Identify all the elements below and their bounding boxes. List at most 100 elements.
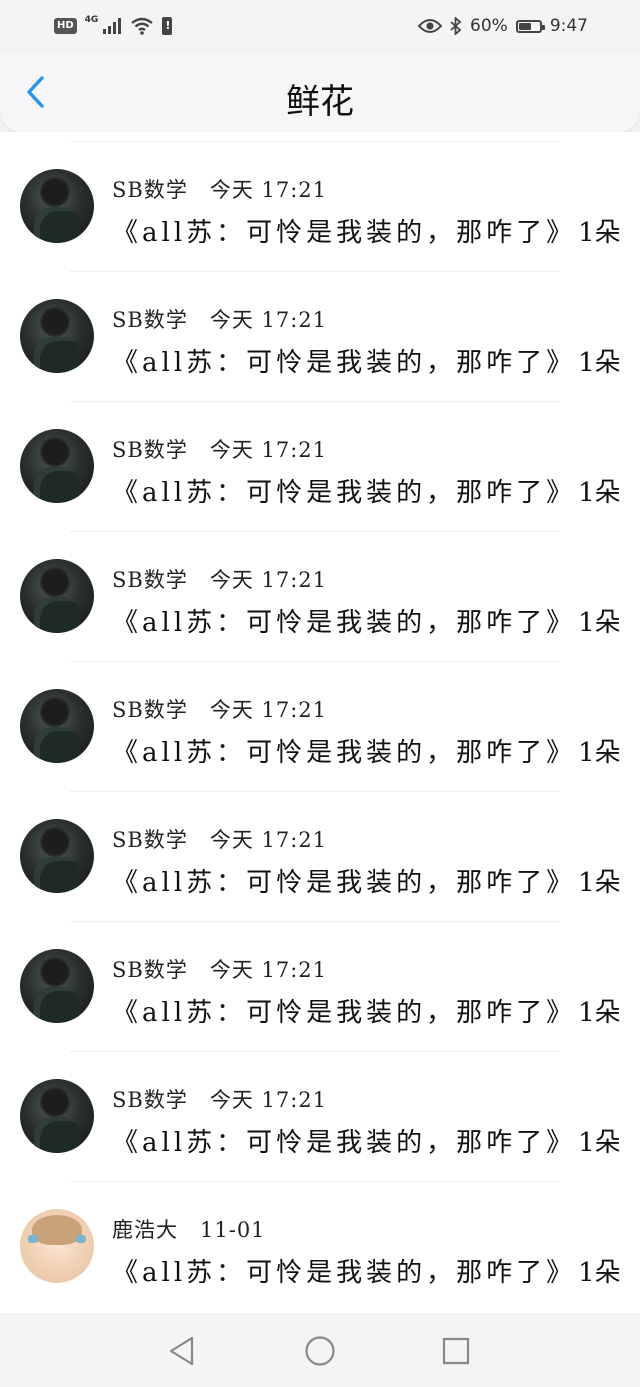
back-triangle-icon: [169, 1336, 194, 1366]
battery-percent: 60%: [470, 16, 508, 36]
item-text: 《all苏：可怜是我装的，那咋了》1朵: [112, 602, 621, 639]
item-time: 今天 17:21: [209, 568, 328, 592]
list-item[interactable]: 鹿浩大 11-01 《all苏：可怜是我装的，那咋了》1朵: [0, 1172, 640, 1302]
item-meta: SB数学 今天 17:21: [112, 824, 327, 854]
item-text: 《all苏：可怜是我装的，那咋了》1朵: [112, 1252, 621, 1289]
page-title: 鲜花: [286, 82, 354, 122]
book-title[interactable]: 《all苏：可怜是我装的，那咋了》: [112, 738, 576, 768]
item-time: 今天 17:21: [209, 1088, 328, 1112]
book-title[interactable]: 《all苏：可怜是我装的，那咋了》: [112, 1128, 576, 1158]
item-meta: 鹿浩大 11-01: [112, 1214, 266, 1244]
sender-name[interactable]: 鹿浩大: [112, 1218, 178, 1242]
avatar[interactable]: [20, 299, 94, 373]
flower-count: 1朵: [578, 608, 621, 638]
list-item[interactable]: SB数学 今天 17:21 《all苏：可怜是我装的，那咋了》1朵: [0, 392, 640, 522]
network-type: 4G: [84, 15, 99, 25]
divider: [70, 791, 560, 792]
item-time: 今天 17:21: [209, 438, 328, 462]
flower-count: 1朵: [578, 1128, 621, 1158]
item-meta: SB数学 今天 17:21: [112, 434, 327, 464]
list-item[interactable]: SB数学 今天 17:21 《all苏：可怜是我装的，那咋了》1朵: [0, 912, 640, 1042]
sender-name[interactable]: SB数学: [112, 308, 188, 332]
nav-back-button[interactable]: [162, 1331, 202, 1371]
signal-icon: [103, 18, 122, 34]
sender-name[interactable]: SB数学: [112, 828, 188, 852]
avatar[interactable]: [20, 949, 94, 1023]
item-text: 《all苏：可怜是我装的，那咋了》1朵: [112, 992, 621, 1029]
bluetooth-icon: [450, 17, 462, 35]
battery-alert-icon: [162, 17, 173, 35]
avatar[interactable]: [20, 169, 94, 243]
item-text: 《all苏：可怜是我装的，那咋了》1朵: [112, 212, 621, 249]
item-time: 今天 17:21: [209, 178, 328, 202]
list-item[interactable]: SB数学 今天 17:21 《all苏：可怜是我装的，那咋了》1朵: [0, 262, 640, 392]
flower-list[interactable]: SB数学 今天 17:21 《all苏：可怜是我装的，那咋了》1朵 SB数学 今天 17…: [0, 132, 640, 1313]
divider: [70, 531, 560, 532]
list-item[interactable]: SB数学 今天 17:21 《all苏：可怜是我装的，那咋了》1朵: [0, 652, 640, 782]
item-text: 《all苏：可怜是我装的，那咋了》1朵: [112, 732, 621, 769]
book-title[interactable]: 《all苏：可怜是我装的，那咋了》: [112, 478, 576, 508]
divider: [70, 661, 560, 662]
flower-count: 1朵: [578, 868, 621, 898]
divider: [70, 141, 560, 142]
flower-count: 1朵: [578, 1258, 621, 1288]
clock: 9:47: [549, 16, 588, 36]
item-meta: SB数学 今天 17:21: [112, 564, 327, 594]
list-item[interactable]: SB数学 今天 17:21 《all苏：可怜是我装的，那咋了》1朵: [0, 1042, 640, 1172]
item-meta: SB数学 今天 17:21: [112, 694, 327, 724]
sender-name[interactable]: SB数学: [112, 438, 188, 462]
avatar[interactable]: [20, 1209, 94, 1283]
book-title[interactable]: 《all苏：可怜是我装的，那咋了》: [112, 218, 576, 248]
status-left: HD 4G: [54, 15, 173, 35]
item-meta: SB数学 今天 17:21: [112, 174, 327, 204]
app-header: 鲜花: [0, 52, 640, 132]
flower-count: 1朵: [578, 478, 621, 508]
item-time: 今天 17:21: [209, 828, 328, 852]
item-meta: SB数学 今天 17:21: [112, 954, 327, 984]
battery-icon: [515, 19, 545, 33]
item-time: 今天 17:21: [209, 958, 328, 982]
item-text: 《all苏：可怜是我装的，那咋了》1朵: [112, 472, 621, 509]
book-title[interactable]: 《all苏：可怜是我装的，那咋了》: [112, 348, 576, 378]
item-meta: SB数学 今天 17:21: [112, 304, 327, 334]
status-bar: HD 4G 60% 9:47: [0, 0, 640, 52]
divider: [70, 401, 560, 402]
avatar[interactable]: [20, 1079, 94, 1153]
item-meta: SB数学 今天 17:21: [112, 1084, 327, 1114]
book-title[interactable]: 《all苏：可怜是我装的，那咋了》: [112, 868, 576, 898]
sender-name[interactable]: SB数学: [112, 1088, 188, 1112]
nav-recents-button[interactable]: [436, 1331, 476, 1371]
sender-name[interactable]: SB数学: [112, 698, 188, 722]
item-text: 《all苏：可怜是我装的，那咋了》1朵: [112, 862, 621, 899]
system-nav-bar: [0, 1313, 640, 1387]
book-title[interactable]: 《all苏：可怜是我装的，那咋了》: [112, 608, 576, 638]
flower-count: 1朵: [578, 348, 621, 378]
eye-icon: [418, 19, 443, 33]
wifi-icon: [131, 17, 154, 35]
item-time: 今天 17:21: [209, 308, 328, 332]
divider: [70, 1181, 560, 1182]
list-item[interactable]: SB数学 今天 17:21 《all苏：可怜是我装的，那咋了》1朵: [0, 132, 640, 262]
sender-name[interactable]: SB数学: [112, 568, 188, 592]
sender-name[interactable]: SB数学: [112, 958, 188, 982]
avatar[interactable]: [20, 819, 94, 893]
divider: [70, 271, 560, 272]
nav-home-button[interactable]: [300, 1331, 340, 1371]
divider: [70, 921, 560, 922]
flower-count: 1朵: [578, 998, 621, 1028]
avatar[interactable]: [20, 559, 94, 633]
item-time: 今天 17:21: [209, 698, 328, 722]
home-circle-icon: [305, 1336, 335, 1366]
book-title[interactable]: 《all苏：可怜是我装的，那咋了》: [112, 998, 576, 1028]
flower-count: 1朵: [578, 218, 621, 248]
book-title[interactable]: 《all苏：可怜是我装的，那咋了》: [112, 1258, 576, 1288]
avatar[interactable]: [20, 429, 94, 503]
item-text: 《all苏：可怜是我装的，那咋了》1朵: [112, 1122, 621, 1159]
avatar[interactable]: [20, 689, 94, 763]
recents-square-icon: [442, 1337, 470, 1365]
hd-icon: HD: [54, 18, 77, 34]
list-item[interactable]: SB数学 今天 17:21 《all苏：可怜是我装的，那咋了》1朵: [0, 522, 640, 652]
battery-level: [518, 22, 531, 30]
list-item[interactable]: SB数学 今天 17:21 《all苏：可怜是我装的，那咋了》1朵: [0, 782, 640, 912]
sender-name[interactable]: SB数学: [112, 178, 188, 202]
